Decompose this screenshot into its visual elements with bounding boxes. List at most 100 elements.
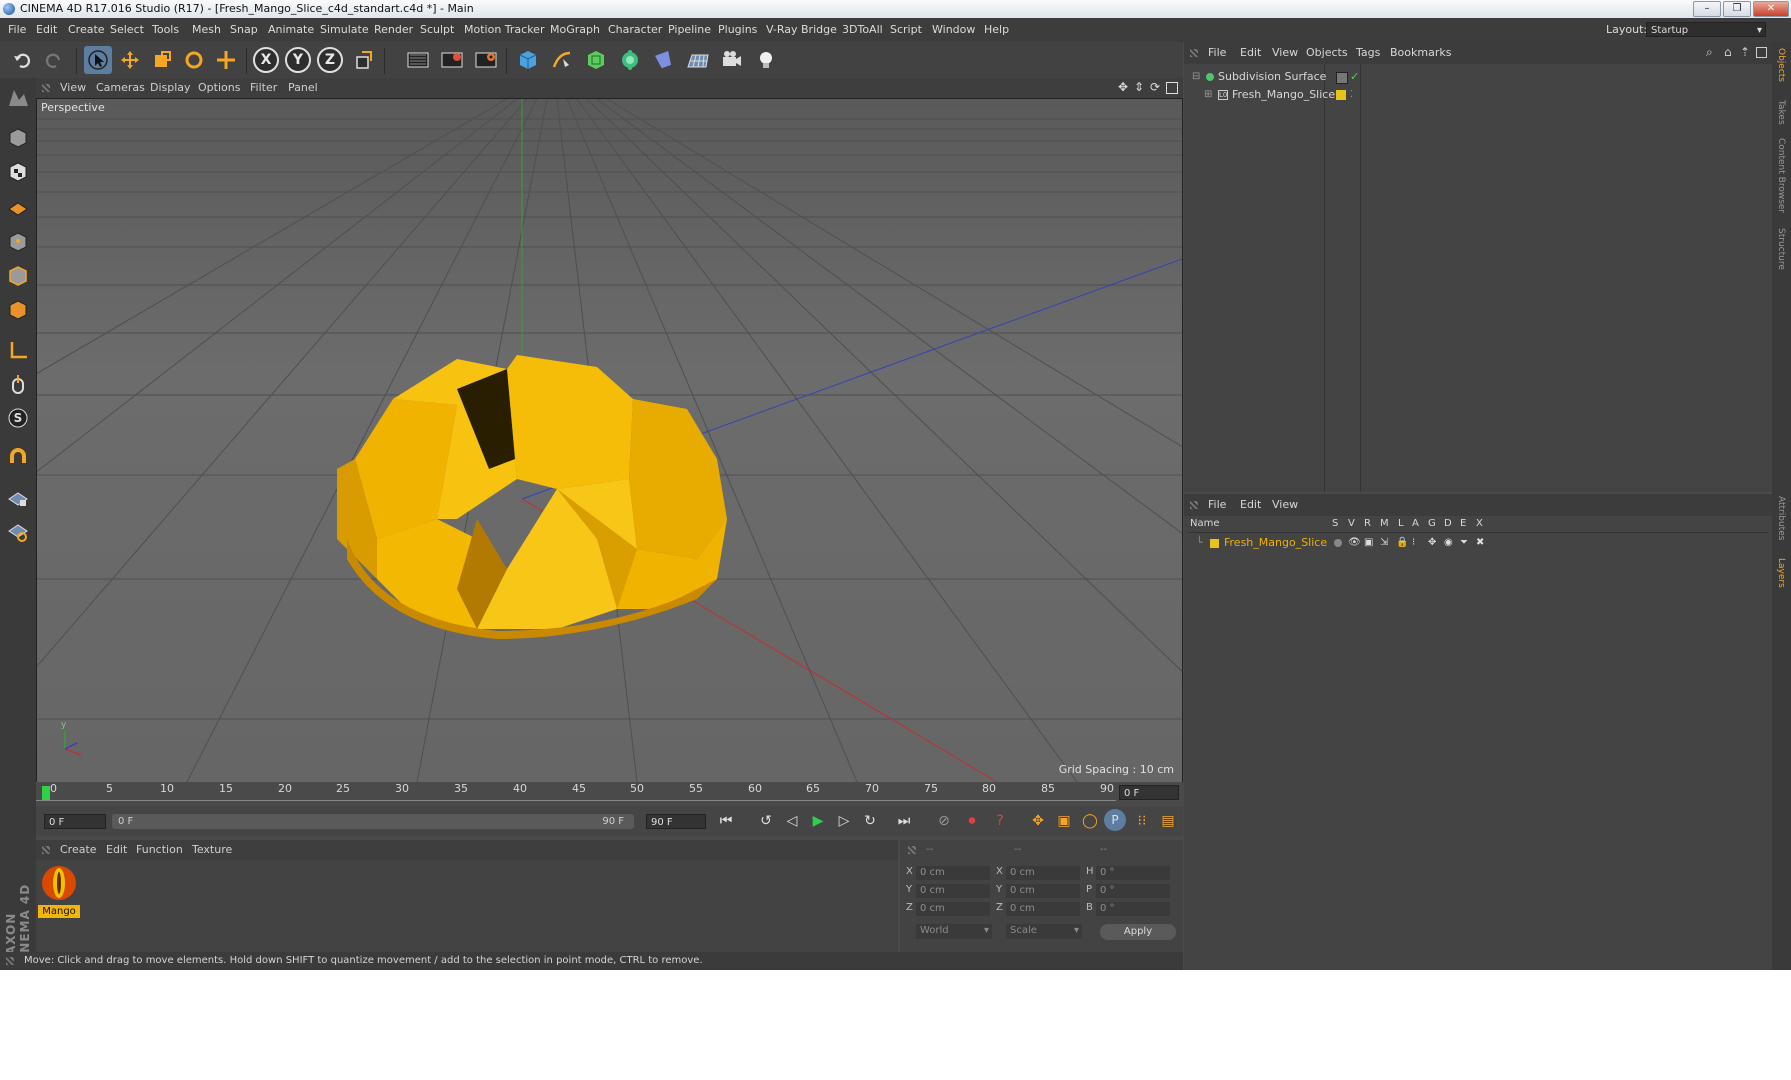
menu-character[interactable]: Character: [608, 18, 662, 42]
layer-header-generators[interactable]: G: [1428, 518, 1436, 529]
up-arrow-icon[interactable]: ⇡: [1740, 45, 1750, 59]
redo-icon[interactable]: [40, 46, 68, 74]
panel-grip-icon[interactable]: [908, 846, 916, 854]
points-mode-icon[interactable]: [4, 228, 32, 256]
rotation-p-field[interactable]: 0 °: [1096, 884, 1170, 898]
model-mode-icon[interactable]: [4, 124, 32, 152]
position-x-field[interactable]: 0 cm: [916, 866, 990, 880]
material-menu-edit[interactable]: Edit: [106, 840, 127, 860]
camera-icon[interactable]: [718, 46, 746, 74]
rotate-icon[interactable]: [180, 46, 208, 74]
x-axis-lock[interactable]: X: [252, 46, 280, 74]
snap-icon[interactable]: S: [4, 404, 32, 432]
layers-menu-edit[interactable]: Edit: [1240, 494, 1261, 516]
viewport-menu-panel[interactable]: Panel: [288, 78, 318, 98]
layer-header-deformers[interactable]: D: [1444, 518, 1452, 529]
panel-grip-icon[interactable]: [42, 846, 50, 854]
objects-menu-file[interactable]: File: [1208, 42, 1226, 64]
subdivision-nurbs-icon[interactable]: [582, 46, 610, 74]
layer-name[interactable]: Fresh_Mango_Slice: [1224, 534, 1327, 552]
menu-vray-bridge[interactable]: V-Ray Bridge: [766, 18, 837, 42]
layer-swatch-icon[interactable]: [1336, 72, 1348, 84]
object-name[interactable]: Subdivision Surface: [1218, 68, 1326, 86]
objects-menu-edit[interactable]: Edit: [1240, 42, 1261, 64]
perspective-viewport[interactable]: y Perspective Grid Spacing : 10 cm: [36, 98, 1183, 783]
zoom-view-icon[interactable]: ⇕: [1134, 80, 1144, 94]
object-row-subdivision-surface[interactable]: ⊟ Subdivision Surface ✓: [1188, 68, 1768, 86]
cloner-icon[interactable]: [616, 46, 644, 74]
menu-create[interactable]: Create: [68, 18, 105, 42]
menu-3dtoall[interactable]: 3DToAll: [842, 18, 883, 42]
layer-row[interactable]: └ Fresh_Mango_Slice 👁 ▣ ⇲ 🔒 ⁝ ✥ ◉ ⏷ ✖: [1188, 534, 1768, 552]
tab-objects[interactable]: Objects: [1776, 48, 1786, 82]
panel-grip-icon[interactable]: [1190, 501, 1198, 509]
viewport-camera-label[interactable]: Perspective: [41, 101, 105, 114]
live-select-icon[interactable]: [212, 46, 240, 74]
cube-primitive-icon[interactable]: [514, 46, 542, 74]
menu-tools[interactable]: Tools: [152, 18, 179, 42]
close-button[interactable]: ✕: [1753, 1, 1789, 17]
light-icon[interactable]: [752, 46, 780, 74]
size-x-field[interactable]: 0 cm: [1006, 866, 1080, 880]
end-frame-field[interactable]: 90 F: [646, 814, 706, 829]
viewport-menu-filter[interactable]: Filter: [250, 78, 277, 98]
view-toggle-icon[interactable]: 👁: [1348, 534, 1361, 552]
menu-select[interactable]: Select: [110, 18, 144, 42]
deformers-toggle-icon[interactable]: ◉: [1444, 534, 1453, 552]
material-menu-texture[interactable]: Texture: [192, 840, 232, 860]
material-menu-function[interactable]: Function: [136, 840, 183, 860]
size-mode-select[interactable]: Scale ▾: [1006, 924, 1082, 939]
move-icon[interactable]: [116, 46, 144, 74]
manager-toggle-icon[interactable]: ⇲: [1380, 534, 1388, 552]
enabled-check-icon[interactable]: ✓: [1350, 68, 1359, 86]
menu-script[interactable]: Script: [890, 18, 922, 42]
layer-header-render[interactable]: R: [1364, 518, 1371, 529]
xrefs-toggle-icon[interactable]: ✖: [1476, 534, 1484, 552]
search-icon[interactable]: ⌕: [1706, 45, 1713, 60]
undo-icon[interactable]: [8, 46, 36, 74]
timeline-ruler[interactable]: 0 5 10 15 20 25 30 35 40 45 50 55 60 65 …: [36, 782, 1183, 804]
viewport-menu-options[interactable]: Options: [198, 78, 240, 98]
layers-menu-view[interactable]: View: [1272, 494, 1298, 516]
autokey-icon[interactable]: ⏺: [960, 809, 984, 833]
layout-select[interactable]: Startup ▾: [1646, 22, 1766, 37]
deformer-icon[interactable]: [650, 46, 678, 74]
position-z-field[interactable]: 0 cm: [916, 902, 990, 916]
menu-file[interactable]: File: [8, 18, 26, 42]
viewport-menu-view[interactable]: View: [60, 78, 86, 98]
pen-spline-icon[interactable]: [548, 46, 576, 74]
visibility-dots-icon[interactable]: ⁚: [1350, 86, 1353, 104]
tab-takes[interactable]: Takes: [1776, 100, 1786, 125]
axis-mode-icon[interactable]: [4, 336, 32, 364]
menu-plugins[interactable]: Plugins: [718, 18, 757, 42]
maximize-button[interactable]: ❒: [1723, 1, 1751, 17]
menu-mograph[interactable]: MoGraph: [550, 18, 600, 42]
render-picture-viewer-icon[interactable]: [438, 46, 466, 74]
mango-slice-model[interactable]: [337, 355, 727, 639]
grid-lock-icon[interactable]: [4, 484, 32, 512]
object-row-fresh-mango-slice[interactable]: ⊞ L0 Fresh_Mango_Slice ⁚: [1188, 86, 1768, 104]
lock-toggle-icon[interactable]: 🔒: [1396, 534, 1408, 552]
animation-toggle-icon[interactable]: ⁝: [1412, 534, 1415, 552]
start-frame-field[interactable]: 0 F: [44, 814, 106, 829]
frame-range-slider[interactable]: 0 F 90 F: [112, 814, 634, 829]
floor-icon[interactable]: [684, 46, 712, 74]
previous-key-icon[interactable]: ↺: [754, 809, 778, 833]
current-frame-field[interactable]: 0 F: [1119, 785, 1179, 800]
menu-motion-tracker[interactable]: Motion Tracker: [464, 18, 544, 42]
make-editable-icon[interactable]: [4, 84, 32, 112]
objects-menu-view[interactable]: View: [1272, 42, 1298, 64]
coordinate-system-select[interactable]: World ▾: [916, 924, 992, 939]
previous-frame-icon[interactable]: ◁: [780, 809, 804, 833]
tab-content-browser[interactable]: Content Browser: [1776, 138, 1786, 213]
menu-render[interactable]: Render: [374, 18, 413, 42]
size-z-field[interactable]: 0 cm: [1006, 902, 1080, 916]
viewport-menu-display[interactable]: Display: [150, 78, 191, 98]
timeline-window-icon[interactable]: ▤: [1156, 809, 1180, 833]
go-to-end-icon[interactable]: ⏭: [892, 809, 916, 833]
menu-simulate[interactable]: Simulate: [320, 18, 369, 42]
layer-header-solo[interactable]: S: [1332, 518, 1338, 529]
menu-pipeline[interactable]: Pipeline: [668, 18, 711, 42]
key-scale-icon[interactable]: ▣: [1052, 809, 1076, 833]
rotation-h-field[interactable]: 0 °: [1096, 866, 1170, 880]
